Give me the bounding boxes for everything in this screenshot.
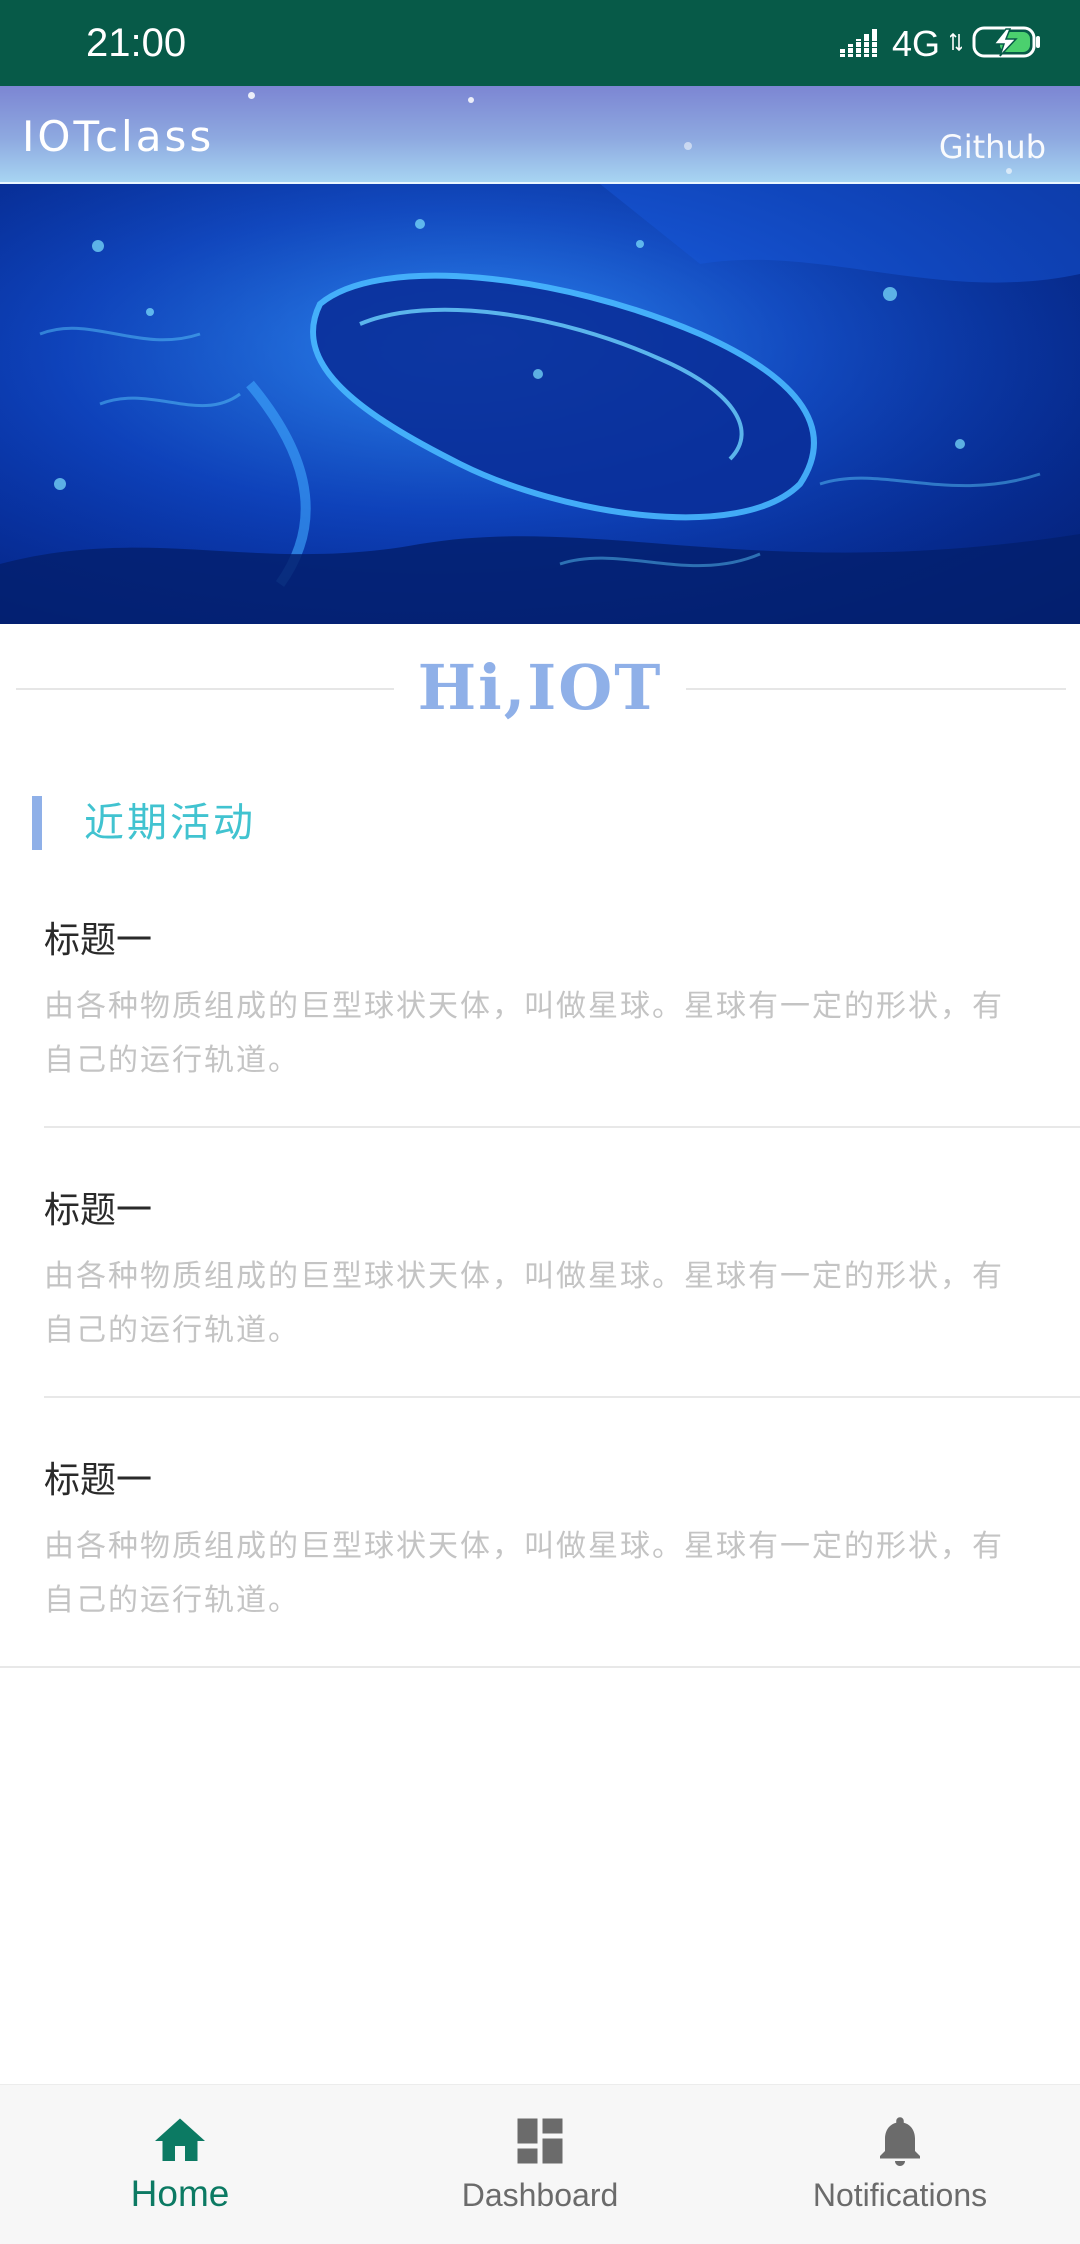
article-body: 由各种物质组成的巨型球状天体，叫做星球。星球有一定的形状，有自己的运行轨道。 bbox=[44, 1259, 1004, 1348]
app-header: IOTclass Github bbox=[0, 86, 1080, 185]
nav-item-dashboard[interactable]: Dashboard bbox=[360, 2085, 720, 2244]
nav-label-dashboard: Dashboard bbox=[461, 2177, 619, 2213]
article-body: 由各种物质组成的巨型球状天体，叫做星球。星球有一定的形状，有自己的运行轨道。 bbox=[44, 989, 1004, 1078]
nav-label-home: Home bbox=[130, 2173, 230, 2214]
divider-line bbox=[44, 1396, 1080, 1398]
banner-image bbox=[0, 184, 1080, 624]
decorative-star bbox=[248, 92, 255, 99]
nav-item-notifications[interactable]: Notifications bbox=[720, 2085, 1080, 2244]
list-item[interactable]: 标题一 由各种物质组成的巨型球状天体，叫做星球。星球有一定的形状，有自己的运行轨… bbox=[0, 916, 1080, 1184]
status-bar: 21:00 4G bbox=[0, 0, 1080, 86]
divider-line bbox=[44, 1126, 1080, 1128]
decorative-star bbox=[1006, 168, 1012, 174]
bottom-navigation: Home Dashboard Notifications bbox=[0, 2084, 1080, 2244]
app-title: IOTclass bbox=[22, 112, 215, 161]
app-screen: 21:00 4G IOTclass Github Hi,IOT 近期活动 标题一… bbox=[0, 0, 1080, 2244]
list-item[interactable]: 标题一 由各种物质组成的巨型球状天体，叫做星球。星球有一定的形状，有自己的运行轨… bbox=[0, 1186, 1080, 1454]
article-title: 标题一 bbox=[44, 920, 153, 961]
nav-item-home[interactable]: Home bbox=[0, 2085, 360, 2244]
article-title: 标题一 bbox=[44, 1190, 153, 1231]
underwater-banner-image bbox=[0, 184, 1080, 624]
status-indicators: 4G bbox=[839, 22, 1042, 66]
network-type-label: 4G bbox=[891, 23, 940, 64]
divider-line bbox=[16, 688, 394, 690]
divider-line bbox=[686, 688, 1066, 690]
section-title: 近期活动 bbox=[84, 800, 256, 846]
status-time: 21:00 bbox=[86, 21, 187, 65]
list-item[interactable]: 标题一 由各种物质组成的巨型球状天体，叫做星球。星球有一定的形状，有自己的运行轨… bbox=[0, 1456, 1080, 1724]
dashboard-icon bbox=[510, 2111, 570, 2171]
greeting-row: Hi,IOT bbox=[0, 650, 1080, 730]
decorative-star bbox=[684, 142, 692, 150]
home-icon bbox=[150, 2111, 210, 2171]
divider-line bbox=[0, 1666, 1080, 1668]
article-title: 标题一 bbox=[44, 1460, 153, 1501]
section-header: 近期活动 bbox=[32, 792, 632, 852]
section-accent-bar bbox=[32, 796, 42, 850]
article-body: 由各种物质组成的巨型球状天体，叫做星球。星球有一定的形状，有自己的运行轨道。 bbox=[44, 1529, 1004, 1618]
data-arrows-icon bbox=[949, 32, 963, 56]
github-link[interactable]: Github bbox=[939, 128, 1046, 166]
bell-icon bbox=[870, 2111, 930, 2171]
decorative-star bbox=[468, 97, 474, 103]
signal-bars-icon bbox=[839, 27, 882, 61]
greeting-heading: Hi,IOT bbox=[417, 651, 663, 724]
nav-label-notifications: Notifications bbox=[812, 2177, 988, 2213]
battery-charging-icon bbox=[972, 25, 1042, 63]
